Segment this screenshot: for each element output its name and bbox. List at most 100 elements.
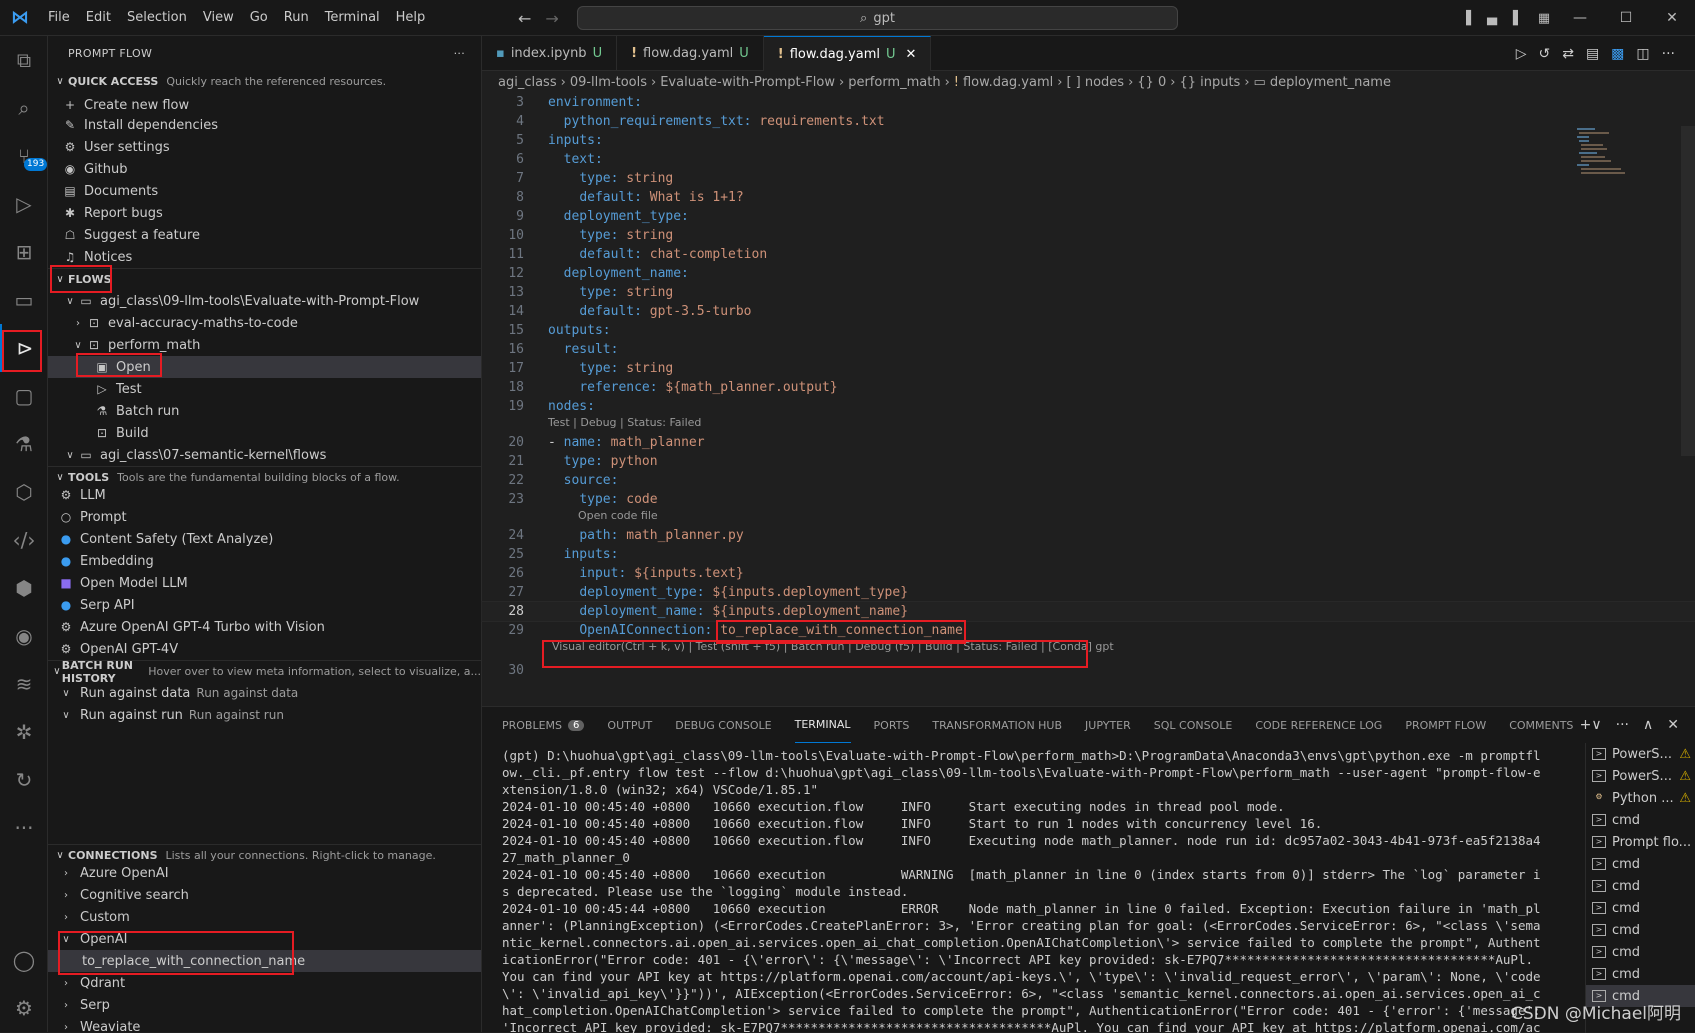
conn-openai-child[interactable]: to_replace_with_connection_name <box>48 950 481 972</box>
batch-run-against-run[interactable]: ∨ Run against run Run against run <box>48 704 481 726</box>
more-actions-icon[interactable]: ··· <box>1616 717 1629 733</box>
chat-icon[interactable]: ▢ <box>0 372 48 420</box>
close-panel-icon[interactable]: ✕ <box>1667 717 1679 733</box>
codelens-open-code-file[interactable]: Open code file <box>482 509 1695 526</box>
crumb[interactable]: [ ] nodes <box>1066 75 1124 90</box>
codelens-node[interactable]: Test | Debug | Status: Failed <box>482 416 1695 433</box>
explorer-icon[interactable]: ⧉ <box>0 36 48 84</box>
visual-editor-icon[interactable]: ▤ <box>1586 46 1599 62</box>
terminal-item[interactable]: > PowerS... ⚠ <box>1586 743 1695 765</box>
conn-weaviate[interactable]: › Weaviate <box>48 1016 481 1033</box>
terminal-item[interactable]: ⚙ Python ... ⚠ <box>1586 787 1695 809</box>
toggle-panel-icon[interactable]: ▄ <box>1479 11 1505 26</box>
menu-selection[interactable]: Selection <box>119 0 195 36</box>
source-control-icon[interactable]: ⑂ 193 <box>0 132 48 180</box>
forward-arrow-icon[interactable]: → <box>545 9 558 28</box>
qa-github[interactable]: ◉ Github <box>48 158 481 180</box>
menu-file[interactable]: File <box>40 0 78 36</box>
editor-scrollbar[interactable] <box>1681 126 1695 456</box>
menu-terminal[interactable]: Terminal <box>317 0 388 36</box>
tab-flow-dag-1[interactable]: ! flow.dag.yaml U <box>617 36 764 71</box>
crumb[interactable]: 09-llm-tools <box>570 75 647 90</box>
tab-output[interactable]: OUTPUT <box>607 707 652 743</box>
command-center-search[interactable]: ⌕ gpt <box>577 6 1178 30</box>
flows-header[interactable]: ∨ FLOWS <box>48 268 481 290</box>
flow-eval-accuracy[interactable]: › ⊡ eval-accuracy-maths-to-code <box>48 312 481 334</box>
flow-perform-math[interactable]: ∨ ⊡ perform_math <box>48 334 481 356</box>
terminal-item[interactable]: > PowerS... ⚠ <box>1586 765 1695 787</box>
flow-action-test[interactable]: ▷ Test <box>48 378 481 400</box>
conn-serp[interactable]: › Serp <box>48 994 481 1016</box>
remote-explorer-icon[interactable]: ▭ <box>0 276 48 324</box>
codelens-flow[interactable]: Visual editor(Ctrl + k, v) | Test (shift… <box>482 640 1695 657</box>
more-actions-icon[interactable]: ··· <box>454 47 465 60</box>
crumb[interactable]: Evaluate-with-Prompt-Flow <box>660 75 835 90</box>
more-actions-icon[interactable]: ··· <box>1662 46 1675 62</box>
extensions-icon[interactable]: ⊞ <box>0 228 48 276</box>
tool-content-safety[interactable]: ● Content Safety (Text Analyze) <box>48 528 481 550</box>
code-icon[interactable]: ‹/› <box>0 516 48 564</box>
quick-access-header[interactable]: ∨ QUICK ACCESS Quickly reach the referen… <box>48 70 481 92</box>
conn-qdrant[interactable]: › Qdrant <box>48 972 481 994</box>
tab-prompt-flow[interactable]: PROMPT FLOW <box>1405 707 1486 743</box>
tab-debug-console[interactable]: DEBUG CONSOLE <box>675 707 771 743</box>
terminal-item[interactable]: > cmd <box>1586 897 1695 919</box>
tab-problems[interactable]: PROBLEMS 6 <box>502 707 585 743</box>
customize-layout-icon[interactable]: ▦ <box>1531 11 1557 26</box>
menu-help[interactable]: Help <box>388 0 434 36</box>
crumb[interactable]: {} 0 <box>1137 75 1166 90</box>
qa-create-new-flow[interactable]: + Create new flow <box>48 94 481 116</box>
terminal-item[interactable]: > cmd <box>1586 875 1695 897</box>
account-icon[interactable]: ◯ <box>0 936 48 984</box>
graph-icon[interactable]: ▩ <box>1611 46 1624 62</box>
crumb[interactable]: agi_class <box>498 75 557 90</box>
tab-terminal[interactable]: TERMINAL <box>794 707 851 743</box>
split-editor-icon[interactable]: ◫ <box>1636 46 1649 62</box>
tool-openai-gpt4v[interactable]: ⚙ OpenAI GPT-4V <box>48 638 481 660</box>
conn-azure-openai[interactable]: › Azure OpenAI <box>48 862 481 884</box>
remote-icon[interactable]: ↻ <box>0 756 48 804</box>
tab-code-reference-log[interactable]: CODE REFERENCE LOG <box>1255 707 1382 743</box>
code-editor[interactable]: 3 environment: 4 python_requirements_txt:… <box>481 93 1695 706</box>
close-icon[interactable]: ✕ <box>906 47 917 62</box>
batch-run-history-header[interactable]: ∨ BATCH RUN HISTORY Hover over to view m… <box>48 659 481 685</box>
helm-icon[interactable]: ✲ <box>0 708 48 756</box>
tab-sql-console[interactable]: SQL CONSOLE <box>1154 707 1233 743</box>
toggle-secondary-sidebar-icon[interactable]: ▌ <box>1505 11 1531 26</box>
azure-icon[interactable]: ⬡ <box>0 468 48 516</box>
tab-ports[interactable]: PORTS <box>874 707 910 743</box>
menu-go[interactable]: Go <box>242 0 276 36</box>
tool-prompt[interactable]: ○ Prompt <box>48 506 481 528</box>
minimap[interactable] <box>1575 126 1635 186</box>
toggle-sidebar-icon[interactable]: ▐ <box>1453 11 1479 26</box>
crumb[interactable]: deployment_name <box>1270 75 1391 90</box>
minimize-icon[interactable]: — <box>1557 10 1603 26</box>
flow-folder-1[interactable]: ∨ ▭ agi_class\09-llm-tools\Evaluate-with-P… <box>48 290 481 312</box>
gear-icon[interactable]: ⚙ <box>0 984 48 1032</box>
terminal-item[interactable]: > cmd <box>1586 919 1695 941</box>
run-debug-icon[interactable]: ▷ <box>0 180 48 228</box>
terminal-item[interactable]: > cmd <box>1586 853 1695 875</box>
crumb[interactable]: {} inputs <box>1179 75 1240 90</box>
flow-action-open[interactable]: ▣ Open <box>48 356 481 378</box>
tool-azure-gpt4-vision[interactable]: ⚙ Azure OpenAI GPT-4 Turbo with Vision <box>48 616 481 638</box>
run-icon[interactable]: ▷ <box>1516 46 1527 62</box>
terminal-item[interactable]: > cmd <box>1586 963 1695 985</box>
qa-install-dependencies[interactable]: ✎ Install dependencies <box>48 114 481 136</box>
batch-run-against-data[interactable]: ∨ Run against data Run against data <box>48 682 481 704</box>
close-window-icon[interactable]: ✕ <box>1649 10 1695 26</box>
terminal-item[interactable]: > cmd <box>1586 809 1695 831</box>
menu-view[interactable]: View <box>195 0 242 36</box>
menu-edit[interactable]: Edit <box>78 0 119 36</box>
maximize-panel-icon[interactable]: ∧ <box>1643 717 1653 733</box>
github-icon[interactable]: ◉ <box>0 612 48 660</box>
docker-icon[interactable]: ≋ <box>0 660 48 708</box>
qa-suggest-feature[interactable]: ☖ Suggest a feature <box>48 224 481 246</box>
flow-action-batch-run[interactable]: ⚗ Batch run <box>48 400 481 422</box>
tool-embedding[interactable]: ● Embedding <box>48 550 481 572</box>
conn-openai[interactable]: ∨ OpenAI <box>48 928 481 950</box>
tool-serp-api[interactable]: ● Serp API <box>48 594 481 616</box>
terminal-output[interactable]: (gpt) D:\huohua\gpt\agi_class\09-llm-too… <box>502 747 1545 1033</box>
crumb[interactable]: flow.dag.yaml <box>963 75 1053 90</box>
compare-icon[interactable]: ⇄ <box>1562 46 1574 62</box>
